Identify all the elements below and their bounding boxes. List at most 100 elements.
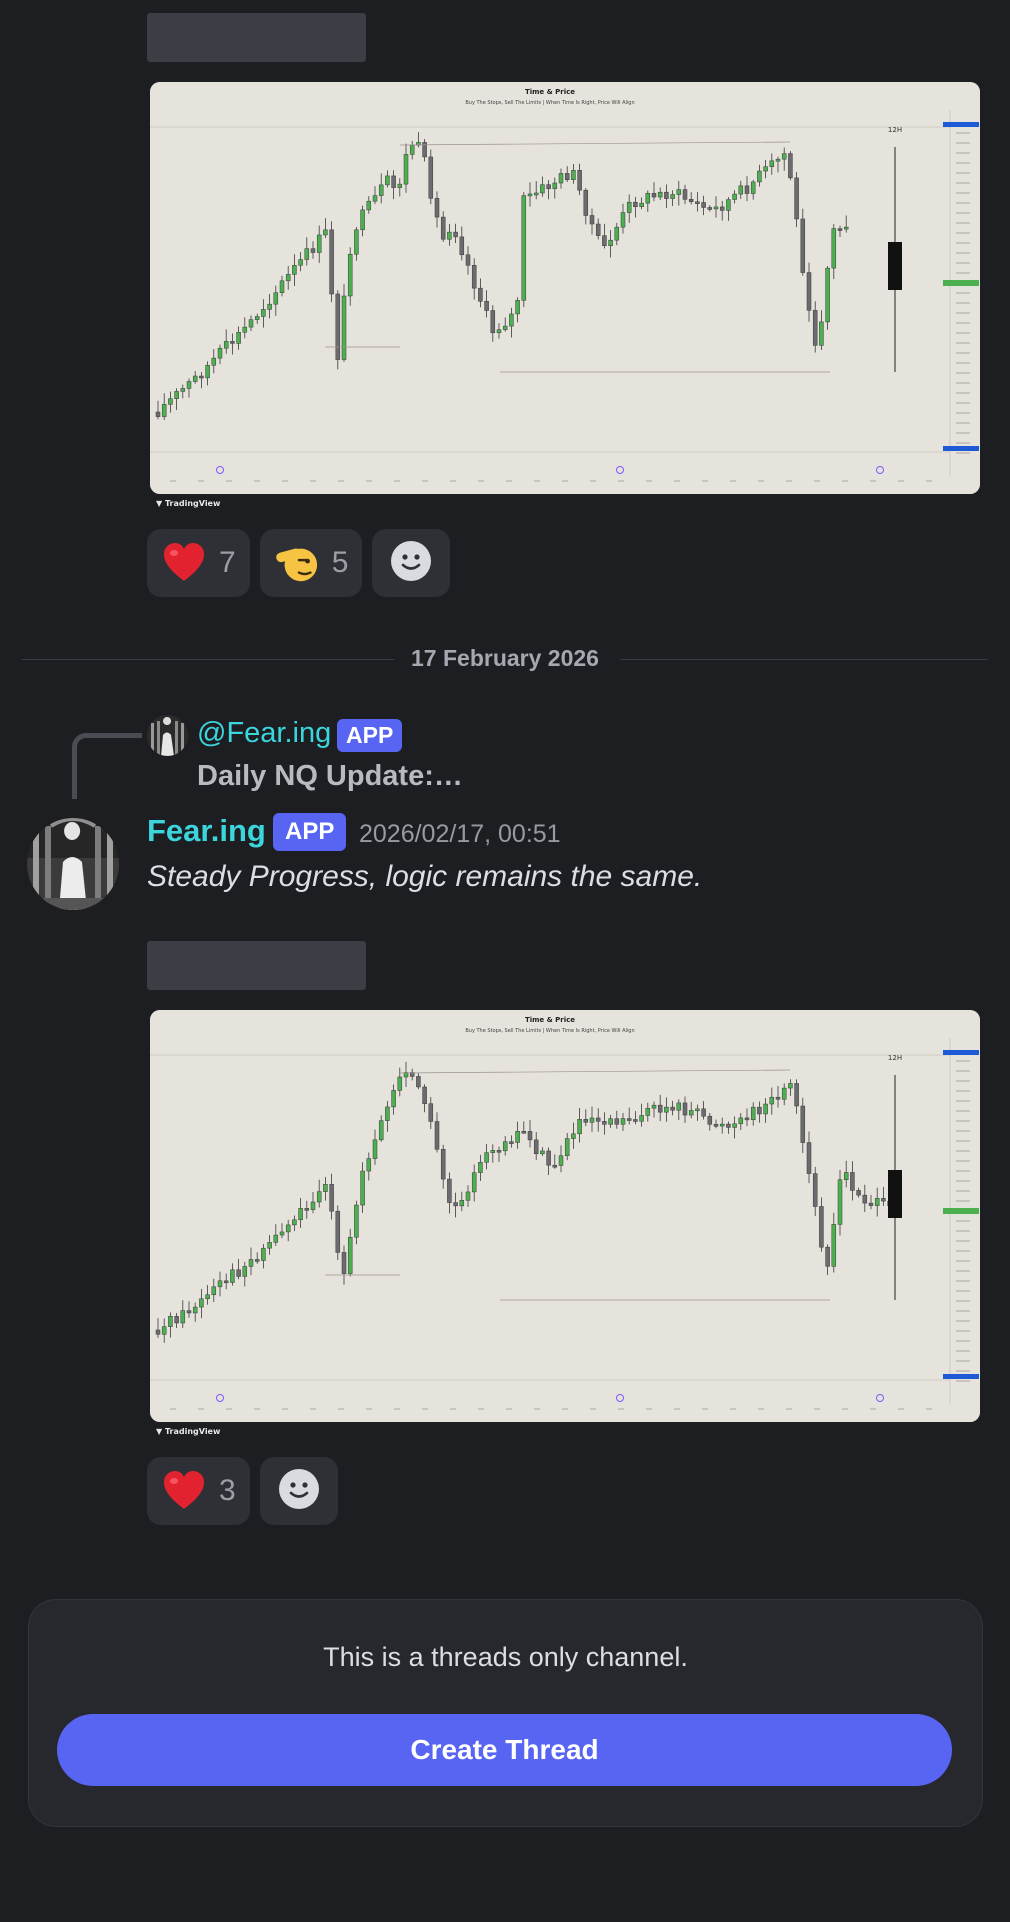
candle-body — [800, 218, 806, 273]
price-axis-tick — [956, 1230, 970, 1232]
candle-body — [347, 1236, 353, 1274]
candle-body — [453, 231, 458, 238]
candle-body — [217, 1280, 223, 1288]
candle-body — [261, 309, 266, 317]
candle-body — [583, 189, 589, 216]
candle-body — [701, 202, 706, 208]
candle-body — [651, 193, 657, 198]
price-axis-tick — [956, 1380, 970, 1382]
candle-body — [205, 365, 210, 379]
create-thread-button[interactable]: Create Thread — [57, 1714, 952, 1786]
candle-body — [323, 1184, 328, 1192]
candle-body — [676, 189, 682, 195]
candle-body — [682, 189, 688, 200]
candle-body — [236, 331, 241, 344]
reaction-bar-1: 7 5 — [147, 529, 451, 597]
candle-body — [391, 175, 396, 188]
price-axis-tick — [956, 182, 970, 184]
candle-body — [527, 193, 533, 197]
chart-image-1[interactable]: Time & Price Buy The Stops, Sell The Limi… — [150, 82, 980, 494]
candle-body — [719, 206, 725, 211]
price-axis-tick — [956, 1090, 970, 1092]
candle-body — [186, 381, 192, 389]
price-axis-tick — [956, 1320, 970, 1322]
candle-body — [502, 1141, 508, 1152]
reaction-heart[interactable]: 3 — [147, 1457, 250, 1525]
candle-body — [155, 1329, 161, 1335]
reaction-heart[interactable]: 7 — [147, 529, 250, 597]
candle-body — [180, 388, 186, 392]
message-author[interactable]: Fear.ing — [147, 813, 266, 849]
candle-body — [267, 303, 272, 310]
candle-body — [397, 183, 403, 188]
add-reaction-button[interactable] — [372, 529, 451, 597]
time-axis-tick — [730, 480, 736, 482]
time-axis-tick — [842, 480, 848, 482]
author-avatar[interactable] — [27, 818, 119, 910]
time-axis-tick — [646, 480, 652, 482]
reply-snippet[interactable]: Daily NQ Update:… — [197, 760, 463, 793]
candle-body — [248, 1259, 254, 1267]
candle-body — [174, 391, 179, 399]
candle-body — [794, 1083, 799, 1107]
candle-body — [217, 347, 223, 359]
candle-body — [608, 239, 613, 247]
candle-body — [602, 1121, 607, 1125]
reply-author-mention[interactable]: @Fear.ing — [197, 717, 331, 750]
candle-body — [205, 1294, 210, 1300]
candle-body — [199, 1298, 204, 1308]
candle-body — [571, 170, 576, 180]
candle-body — [509, 1141, 514, 1144]
candle-body — [788, 153, 793, 179]
price-axis-tick — [956, 382, 970, 384]
reaction-salute[interactable]: 5 — [259, 529, 363, 597]
timeframe-label: 12H — [888, 126, 902, 134]
time-axis-tick — [590, 1408, 596, 1410]
candle-body — [192, 375, 198, 382]
candle-body — [564, 1138, 570, 1156]
time-axis-tick — [730, 1408, 736, 1410]
candle-body — [633, 1119, 638, 1122]
candle-body — [478, 1162, 483, 1173]
candle-body — [168, 398, 173, 405]
candle-body — [620, 1118, 626, 1125]
time-axis-tick — [282, 480, 288, 482]
candle-body — [639, 202, 644, 207]
candle-body — [633, 201, 638, 207]
chart-image-2[interactable]: Time & Price Buy The Stops, Sell The Limi… — [150, 1010, 980, 1422]
candle-body — [397, 1076, 403, 1091]
candle-body — [806, 272, 812, 311]
candle-body — [657, 1104, 663, 1113]
candle-body — [347, 253, 353, 297]
price-axis-tick — [956, 442, 970, 444]
price-axis-tick — [956, 1150, 970, 1152]
candle-body — [168, 1316, 173, 1327]
candle-body — [564, 173, 570, 180]
time-axis-tick — [170, 480, 176, 482]
time-axis-tick — [422, 480, 428, 482]
candle-body — [533, 1139, 539, 1155]
candle-body — [732, 1123, 737, 1128]
price-axis-tick — [956, 1190, 970, 1192]
candle-body — [583, 1119, 589, 1123]
candle-body — [496, 329, 502, 334]
candle-body — [428, 156, 434, 199]
candle-body — [279, 1231, 285, 1236]
time-axis-tick — [282, 1408, 288, 1410]
candle-body — [490, 1150, 496, 1153]
message-timestamp: 2026/02/17, 00:51 — [359, 820, 561, 848]
candle-body — [645, 193, 651, 204]
candle-body — [825, 1246, 830, 1267]
candle-body — [434, 198, 440, 218]
candle-body — [490, 310, 496, 334]
author-app-badge: APP — [273, 813, 347, 851]
candle-body — [831, 1224, 837, 1267]
add-reaction-button[interactable] — [259, 1457, 338, 1525]
time-axis-tick — [254, 480, 260, 482]
heart-emoji-icon — [161, 1468, 207, 1514]
time-axis-tick — [366, 1408, 372, 1410]
reply-avatar[interactable] — [147, 715, 188, 756]
candle-body — [819, 1206, 824, 1248]
candle-body — [843, 226, 849, 230]
candle-body — [223, 341, 229, 349]
